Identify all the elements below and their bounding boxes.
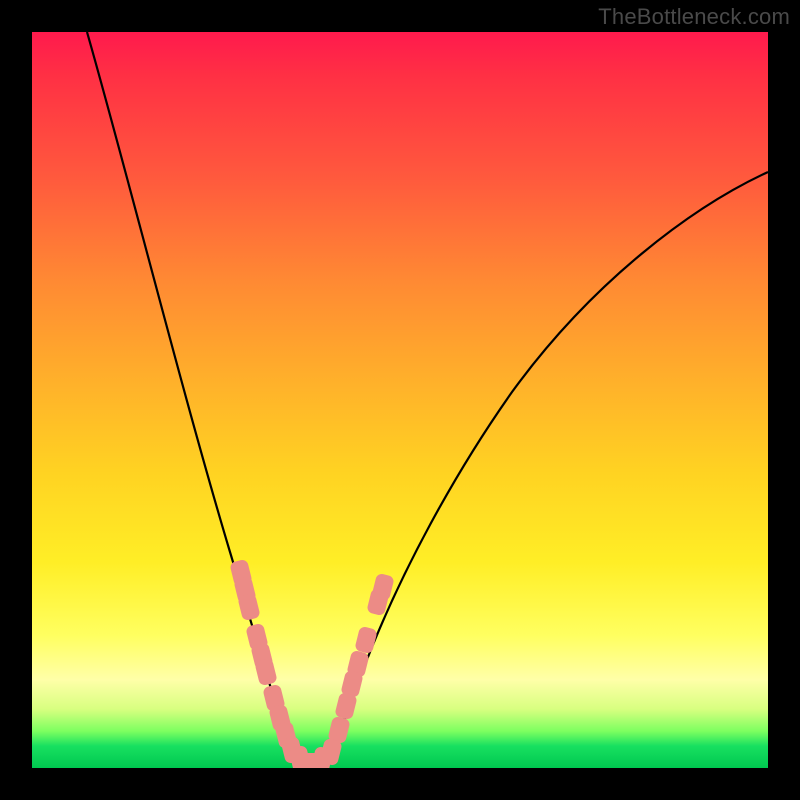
right-curve <box>320 172 768 765</box>
data-marker <box>354 626 378 655</box>
curve-group <box>87 32 768 765</box>
marker-layer <box>229 559 395 768</box>
data-marker <box>237 593 261 622</box>
data-marker <box>334 692 358 721</box>
data-marker <box>298 753 323 768</box>
chart-frame: TheBottleneck.com <box>0 0 800 800</box>
plot-area <box>32 32 768 768</box>
left-curve <box>87 32 304 764</box>
chart-svg <box>32 32 768 768</box>
data-marker <box>254 658 278 687</box>
watermark-text: TheBottleneck.com <box>598 4 790 30</box>
